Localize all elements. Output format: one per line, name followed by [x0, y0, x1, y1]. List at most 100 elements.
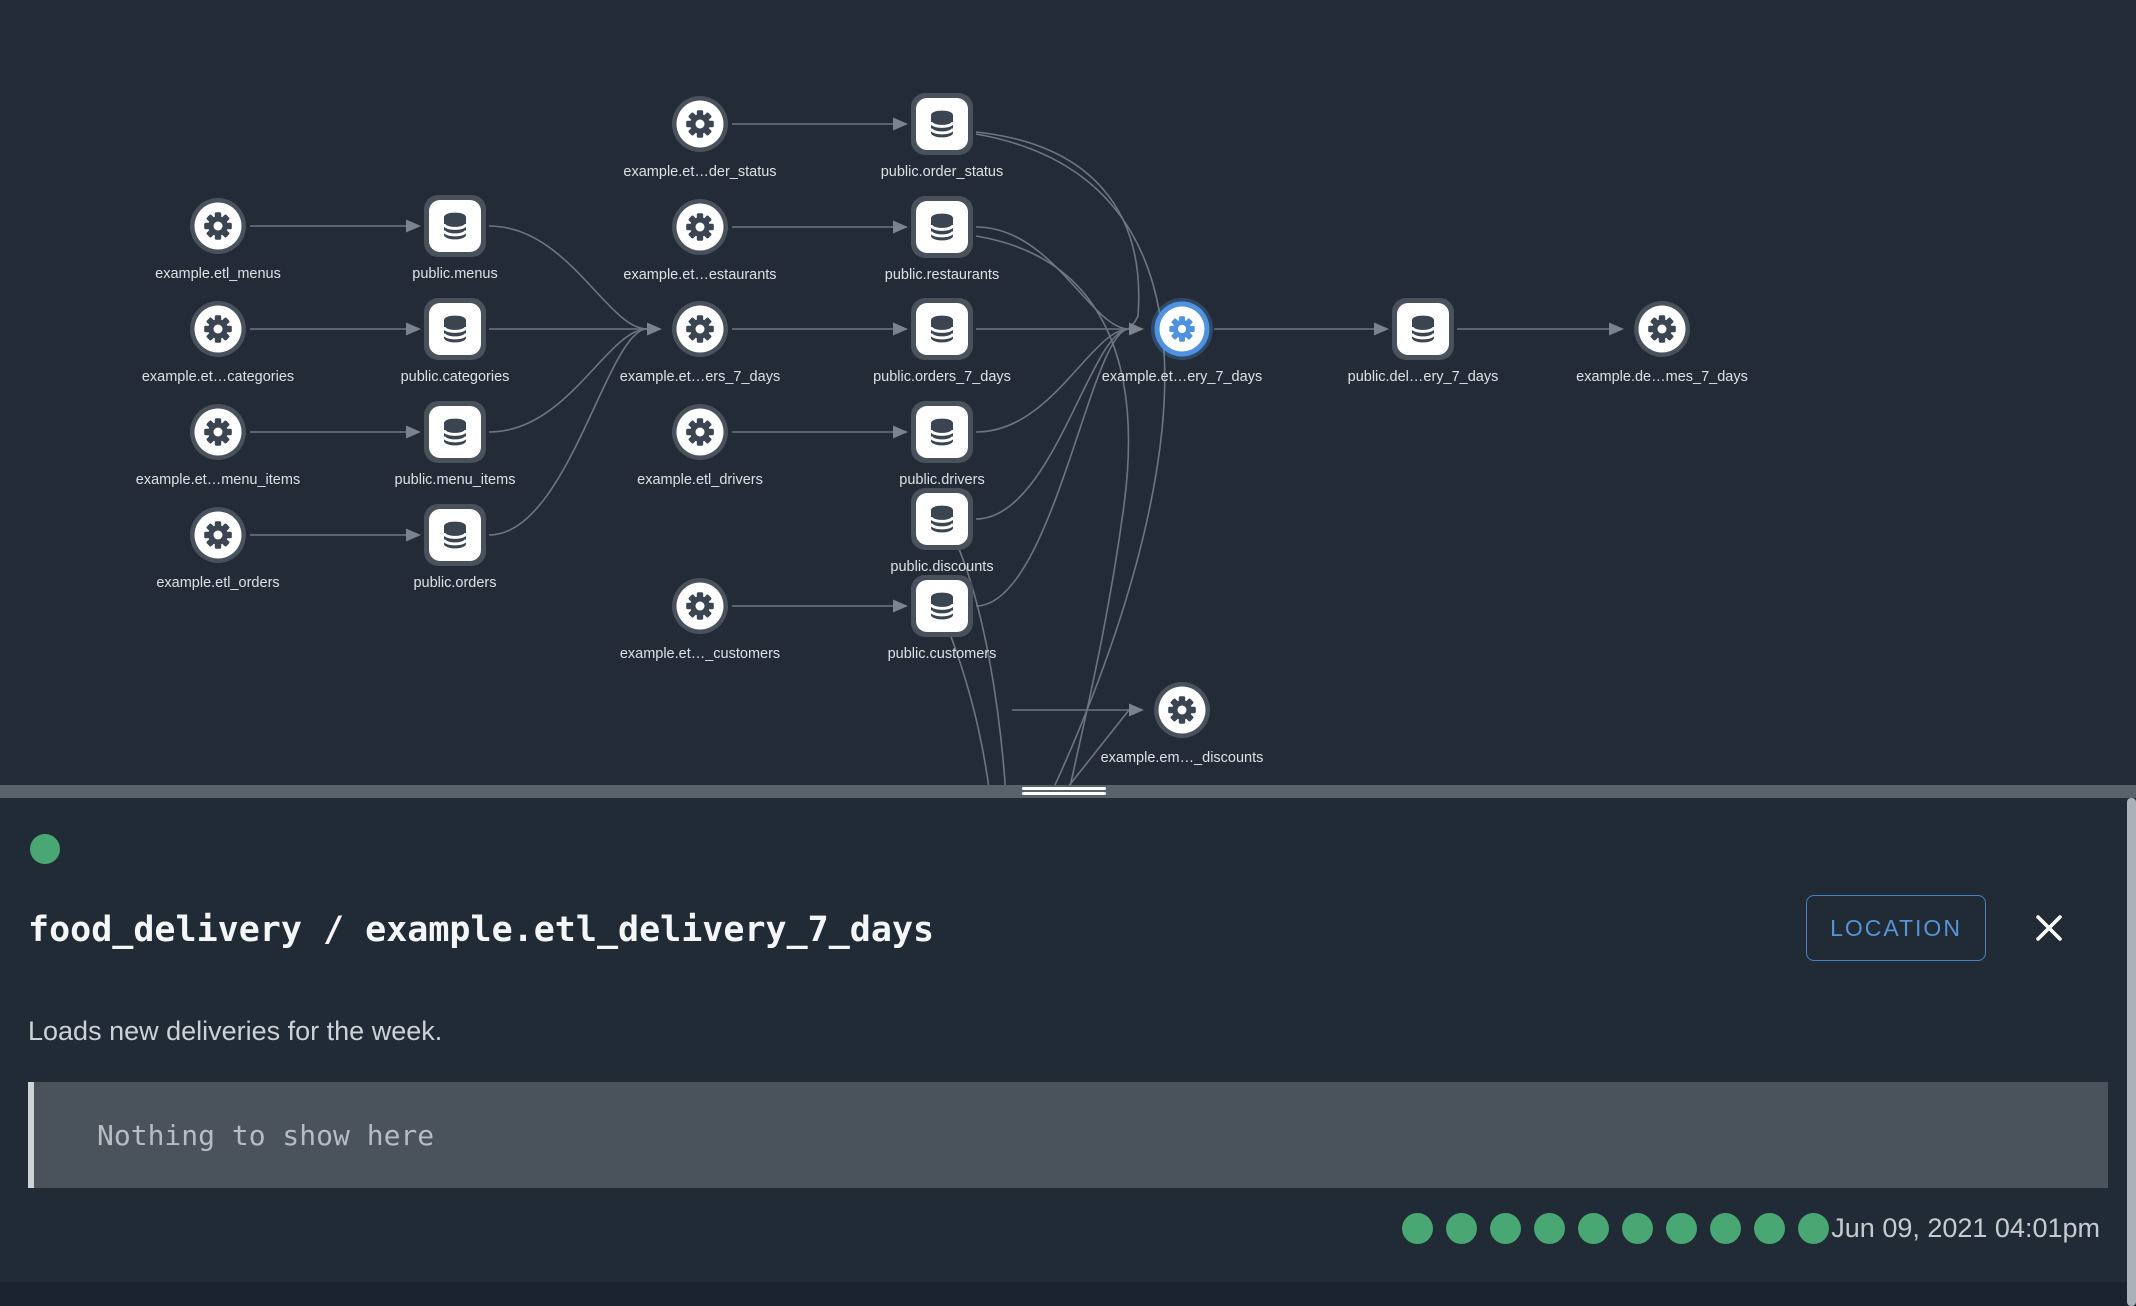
node-label: example.et…der_status	[623, 164, 776, 180]
node-del7[interactable]	[1392, 298, 1454, 360]
node-menu_items[interactable]	[424, 401, 486, 463]
node-label: public.drivers	[899, 472, 984, 488]
node-label: public.customers	[888, 646, 997, 662]
edge-arrowhead	[1129, 704, 1144, 717]
node-label: example.etl_orders	[156, 575, 279, 591]
edge-arrowhead	[1609, 323, 1624, 336]
database-icon	[1412, 316, 1434, 343]
node-label: example.et…ers_7_days	[620, 369, 780, 385]
edge-arrowhead	[406, 529, 421, 542]
node-etl_orders[interactable]	[190, 507, 246, 563]
edge-arrowhead	[893, 600, 908, 613]
node-drivers[interactable]	[911, 401, 973, 463]
database-icon	[931, 111, 953, 138]
node-label: public.restaurants	[885, 267, 999, 283]
database-icon	[931, 419, 953, 446]
node-der_status[interactable]	[672, 96, 728, 152]
node-label: example.em…_discounts	[1101, 750, 1264, 766]
run-status-dot[interactable]	[1490, 1213, 1521, 1244]
run-status-dot[interactable]	[1798, 1213, 1829, 1244]
node-etl_menus[interactable]	[190, 198, 246, 254]
run-status-dot[interactable]	[1578, 1213, 1609, 1244]
node-ers7[interactable]	[672, 301, 728, 357]
drag-handle-icon[interactable]	[1022, 787, 1106, 790]
gear-icon	[686, 315, 714, 343]
edge	[976, 134, 1165, 796]
database-icon	[931, 593, 953, 620]
node-menus[interactable]	[424, 195, 486, 257]
run-status-dot[interactable]	[1446, 1213, 1477, 1244]
vertical-scrollbar[interactable]	[2127, 798, 2136, 1306]
node-etl_drivers[interactable]	[672, 404, 728, 460]
node-restaurants[interactable]	[911, 196, 973, 258]
node-customers[interactable]	[911, 575, 973, 637]
node-discounts[interactable]	[911, 488, 973, 550]
edge-arrowhead	[893, 118, 908, 131]
node-label: example.etl_menus	[155, 266, 281, 282]
gear-icon	[686, 418, 714, 446]
node-order_status[interactable]	[911, 93, 973, 155]
footer-bar	[0, 1282, 2136, 1306]
node-label: example.et…categories	[142, 369, 294, 385]
gear-icon	[686, 213, 714, 241]
node-label: public.del…ery_7_days	[1348, 369, 1499, 385]
node-label: example.et…estaurants	[623, 267, 776, 283]
node-label: example.et…_customers	[620, 646, 780, 662]
node-etc_customers[interactable]	[672, 578, 728, 634]
lineage-canvas[interactable]: example.etl_menus public.menus example.et……	[0, 0, 2136, 800]
edge-arrowhead	[406, 426, 421, 439]
empty-state-message: Nothing to show here	[34, 1119, 434, 1152]
gear-icon	[1169, 316, 1194, 341]
close-icon	[2029, 908, 2069, 948]
node-em_discounts[interactable]	[1154, 682, 1210, 738]
panel-description: Loads new deliveries for the week.	[28, 1016, 442, 1047]
gear-icon	[1648, 315, 1676, 343]
app-window: example.etl_menus public.menus example.et……	[0, 0, 2136, 1306]
node-label: public.discounts	[890, 559, 993, 575]
node-label: public.order_status	[881, 164, 1004, 180]
node-categories[interactable]	[424, 298, 486, 360]
node-demes[interactable]	[1634, 301, 1690, 357]
edge-arrowhead	[893, 221, 908, 234]
node-label: public.menu_items	[395, 472, 516, 488]
edge-arrowhead	[893, 426, 908, 439]
run-status-dots	[1402, 1212, 1842, 1244]
node-orders7[interactable]	[911, 298, 973, 360]
node-etc_menu_items[interactable]	[190, 404, 246, 460]
node-label: public.orders	[413, 575, 496, 591]
run-status-dot[interactable]	[1710, 1213, 1741, 1244]
node-etc_categories[interactable]	[190, 301, 246, 357]
gear-icon	[204, 315, 232, 343]
panel-title: food_delivery / example.etl_delivery_7_d…	[28, 910, 934, 950]
close-button[interactable]	[2027, 906, 2071, 950]
node-label: example.et…menu_items	[136, 472, 300, 488]
edge-arrowhead	[1129, 323, 1144, 336]
run-status-dot[interactable]	[1402, 1213, 1433, 1244]
run-status-dot[interactable]	[1622, 1213, 1653, 1244]
drag-handle-icon[interactable]	[1022, 792, 1106, 795]
gear-icon	[686, 110, 714, 138]
location-button[interactable]: LOCATION	[1806, 895, 1986, 961]
run-status-dot[interactable]	[1666, 1213, 1697, 1244]
edge-arrowhead	[406, 323, 421, 336]
status-dot	[30, 834, 60, 864]
gear-icon	[204, 418, 232, 446]
gear-icon	[1168, 696, 1196, 724]
gear-icon	[204, 521, 232, 549]
database-icon	[444, 316, 466, 343]
panel-resize-divider[interactable]	[0, 785, 2136, 798]
node-delivery[interactable]	[1151, 298, 1213, 360]
database-icon	[444, 522, 466, 549]
edge	[489, 329, 647, 535]
node-label: example.etl_drivers	[637, 472, 763, 488]
run-status-dot[interactable]	[1754, 1213, 1785, 1244]
node-estaurants[interactable]	[672, 199, 728, 255]
gear-icon	[686, 592, 714, 620]
node-orders[interactable]	[424, 504, 486, 566]
edge	[976, 236, 1128, 796]
run-status-dot[interactable]	[1534, 1213, 1565, 1244]
node-label: public.menus	[412, 266, 497, 282]
gear-icon	[204, 212, 232, 240]
database-icon	[444, 213, 466, 240]
edge-arrowhead	[406, 220, 421, 233]
